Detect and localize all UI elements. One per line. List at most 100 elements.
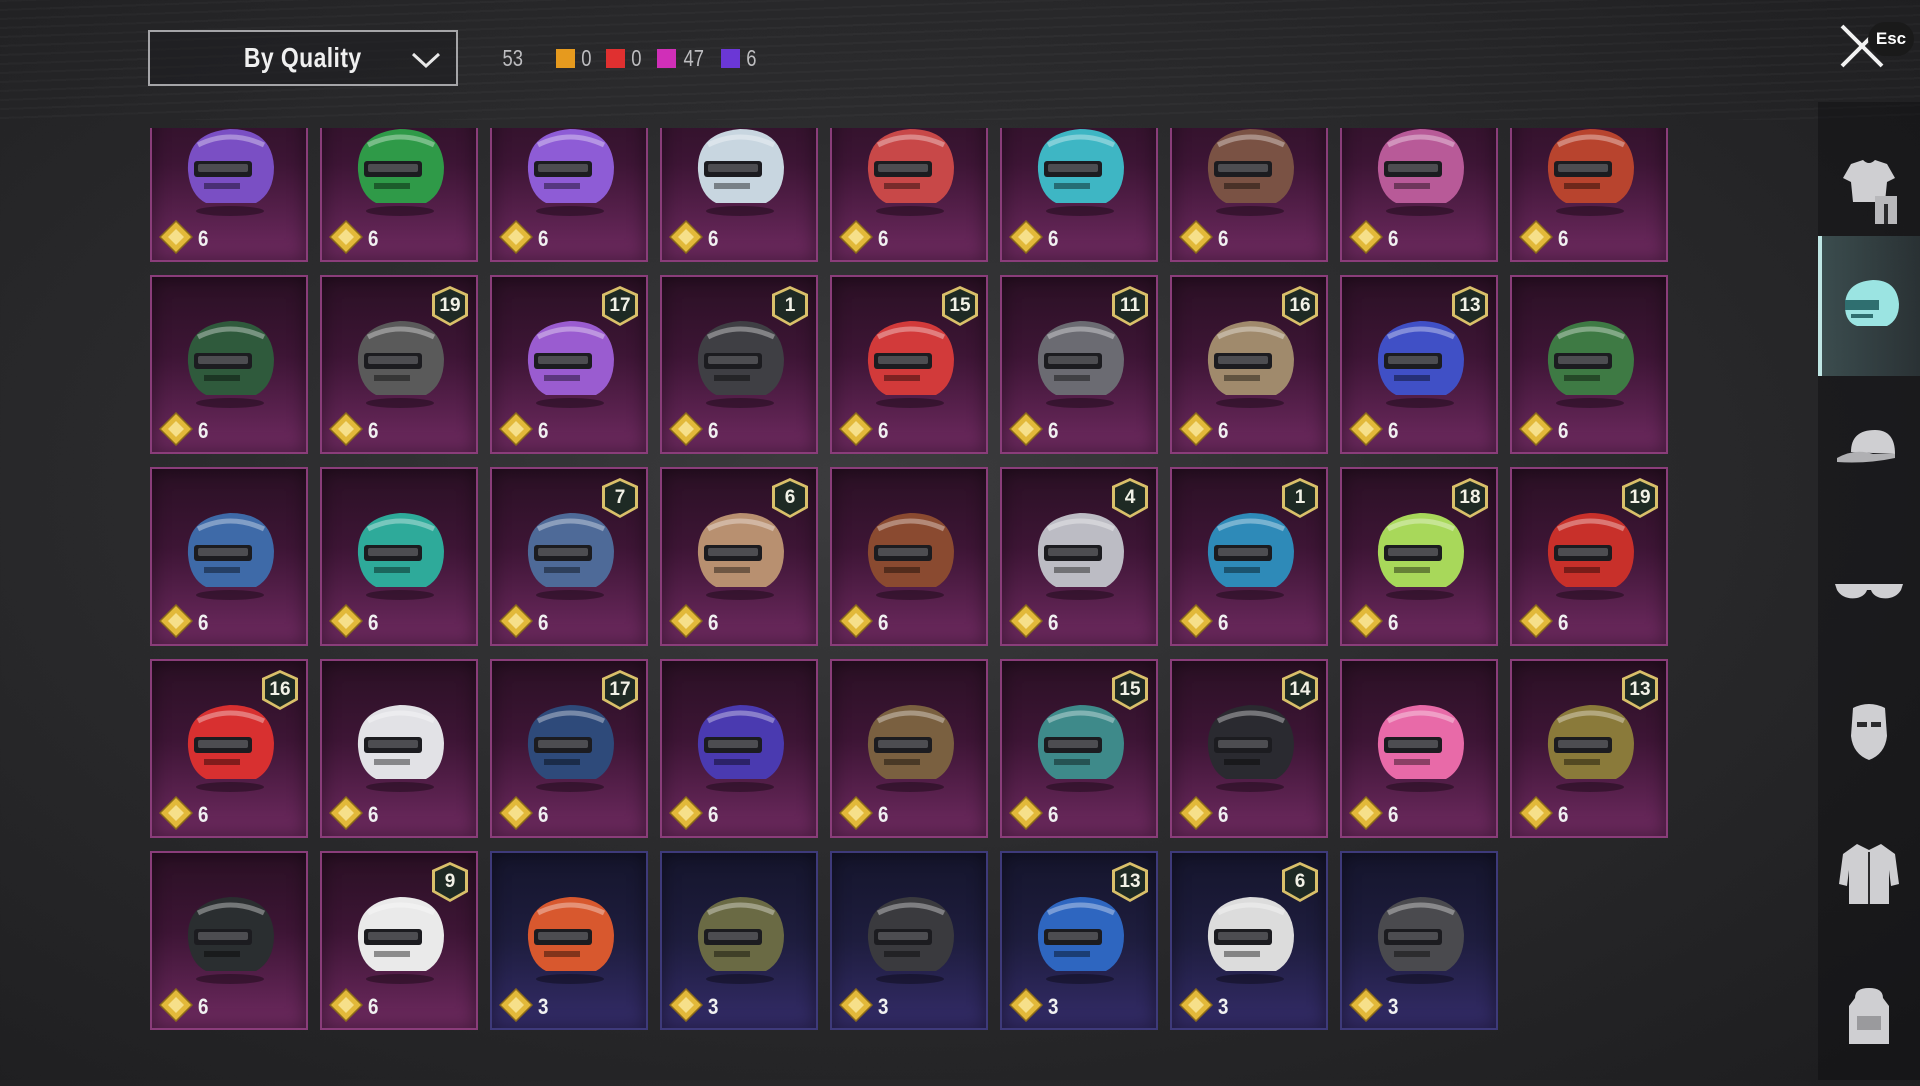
ammo-count: 6 <box>538 610 549 635</box>
helmet-card[interactable]: 6 <box>150 275 308 454</box>
ammo-count: 6 <box>198 994 209 1019</box>
ammo-count: 6 <box>1218 418 1229 443</box>
jacket-icon <box>1839 844 1899 904</box>
ammo-diamond-icon <box>499 412 533 446</box>
helmet-card[interactable]: 61 <box>660 275 818 454</box>
helmet-card[interactable]: 64 <box>1000 467 1158 646</box>
category-glasses[interactable] <box>1818 520 1920 660</box>
helmet-card[interactable]: 3 <box>660 851 818 1030</box>
helmet-card[interactable]: 6 18 <box>1340 467 1498 646</box>
item-grid: 6 6 6 6 6 6 6 6 6 6 6 19 6 17 6 1 6 15 6 11 6 16 6 13 6 6 6 6 7 6 6 6 6 4… <box>150 128 1668 1030</box>
helmet-card[interactable]: 6 17 <box>490 275 648 454</box>
helmet-icon <box>1377 513 1464 600</box>
helmet-card[interactable]: 61 <box>1170 467 1328 646</box>
helmet-card[interactable]: 6 13 <box>1510 659 1668 838</box>
helmet-icon <box>697 129 784 216</box>
category-jacket[interactable] <box>1818 804 1920 944</box>
ammo-diamond-icon <box>839 796 873 830</box>
helmet-card[interactable]: 6 11 <box>1000 275 1158 454</box>
helmet-card[interactable]: 6 <box>1340 128 1498 262</box>
helmet-card[interactable]: 6 17 <box>490 659 648 838</box>
helmet-card[interactable]: 6 <box>830 659 988 838</box>
ammo-count: 3 <box>1048 994 1059 1019</box>
purple-count: 6 <box>746 44 757 71</box>
helmet-card[interactable]: 6 15 <box>1000 659 1158 838</box>
helmet-card[interactable]: 6 <box>1000 128 1158 262</box>
helmet-icon <box>1547 513 1634 600</box>
helmet-card[interactable]: 6 13 <box>1340 275 1498 454</box>
ammo-diamond-icon <box>1519 220 1553 254</box>
helmet-card[interactable]: 6 16 <box>1170 275 1328 454</box>
ammo-count: 3 <box>878 994 889 1019</box>
helmet-card[interactable]: 66 <box>660 467 818 646</box>
helmet-card[interactable]: 6 16 <box>150 659 308 838</box>
helmet-card[interactable]: 6 <box>660 659 818 838</box>
helmet-card[interactable]: 6 <box>1510 275 1668 454</box>
ammo-count: 6 <box>1558 418 1569 443</box>
orange-quality-swatch <box>555 48 575 68</box>
category-mask[interactable] <box>1818 662 1920 802</box>
helmet-card[interactable]: 6 19 <box>1510 467 1668 646</box>
helmet-card[interactable]: 3 <box>830 851 988 1030</box>
helmet-icon <box>697 513 784 600</box>
helmet-card[interactable]: 69 <box>320 851 478 1030</box>
ammo-count: 6 <box>198 418 209 443</box>
helmet-card[interactable]: 6 <box>830 467 988 646</box>
sort-dropdown[interactable]: By Quality <box>148 30 458 86</box>
helmet-card[interactable]: 6 <box>150 467 308 646</box>
helmet-icon <box>1377 129 1464 216</box>
ammo-diamond-icon <box>159 988 193 1022</box>
level-number: 13 <box>1459 295 1481 316</box>
helmet-icon <box>697 705 784 792</box>
helmet-card[interactable]: 6 <box>1170 128 1328 262</box>
helmet-icon <box>527 321 614 408</box>
helmet-card[interactable]: 6 <box>320 128 478 262</box>
ammo-count: 6 <box>1388 226 1399 251</box>
helmet-icon <box>187 513 274 600</box>
helmet-card[interactable]: 6 <box>660 128 818 262</box>
helmet-card[interactable]: 6 <box>320 659 478 838</box>
helmet-card[interactable]: 3 13 <box>1000 851 1158 1030</box>
helmet-card[interactable]: 6 <box>320 467 478 646</box>
item-grid-viewport[interactable]: 6 6 6 6 6 6 6 6 6 6 6 19 6 17 6 1 6 15 6 11 6 16 6 13 6 6 6 6 7 6 6 6 6 4… <box>150 128 1675 1035</box>
ammo-diamond-icon <box>159 220 193 254</box>
esc-key-badge: Esc <box>1868 22 1914 56</box>
helmet-card[interactable]: 6 <box>490 128 648 262</box>
helmet-card[interactable]: 6 14 <box>1170 659 1328 838</box>
helmet-card[interactable]: 6 <box>1340 659 1498 838</box>
helmet-icon <box>357 897 444 984</box>
ammo-count: 6 <box>1388 610 1399 635</box>
total-count: 53 <box>502 44 524 71</box>
ammo-diamond-icon <box>159 412 193 446</box>
ammo-diamond-icon <box>839 220 873 254</box>
category-sidebar <box>1818 102 1920 1080</box>
helmet-card[interactable]: 67 <box>490 467 648 646</box>
helmet-icon <box>357 129 444 216</box>
level-number: 15 <box>1119 679 1141 700</box>
category-cap[interactable] <box>1818 378 1920 518</box>
helmet-card[interactable]: 3 <box>1340 851 1498 1030</box>
helmet-card[interactable]: 6 <box>1510 128 1668 262</box>
pink-count: 47 <box>683 44 705 71</box>
ammo-diamond-icon <box>1179 604 1213 638</box>
ammo-count: 6 <box>368 802 379 827</box>
helmet-card[interactable]: 36 <box>1170 851 1328 1030</box>
helmet-card[interactable]: 6 <box>150 851 308 1030</box>
category-helmet[interactable] <box>1818 236 1920 376</box>
helmet-card[interactable]: 6 19 <box>320 275 478 454</box>
count-purple: 6 <box>720 44 758 72</box>
helmet-card[interactable]: 6 <box>150 128 308 262</box>
helmet-icon <box>1547 129 1634 216</box>
ammo-count: 6 <box>1218 802 1229 827</box>
ammo-diamond-icon <box>1349 220 1383 254</box>
ammo-count: 6 <box>1558 610 1569 635</box>
ammo-count: 6 <box>198 802 209 827</box>
ammo-diamond-icon <box>1349 412 1383 446</box>
helmet-card[interactable]: 6 15 <box>830 275 988 454</box>
ammo-diamond-icon <box>1519 796 1553 830</box>
helmet-card[interactable]: 3 <box>490 851 648 1030</box>
helmet-icon <box>867 897 954 984</box>
category-backpack[interactable] <box>1818 946 1920 1086</box>
level-number: 4 <box>1124 487 1136 508</box>
helmet-card[interactable]: 6 <box>830 128 988 262</box>
